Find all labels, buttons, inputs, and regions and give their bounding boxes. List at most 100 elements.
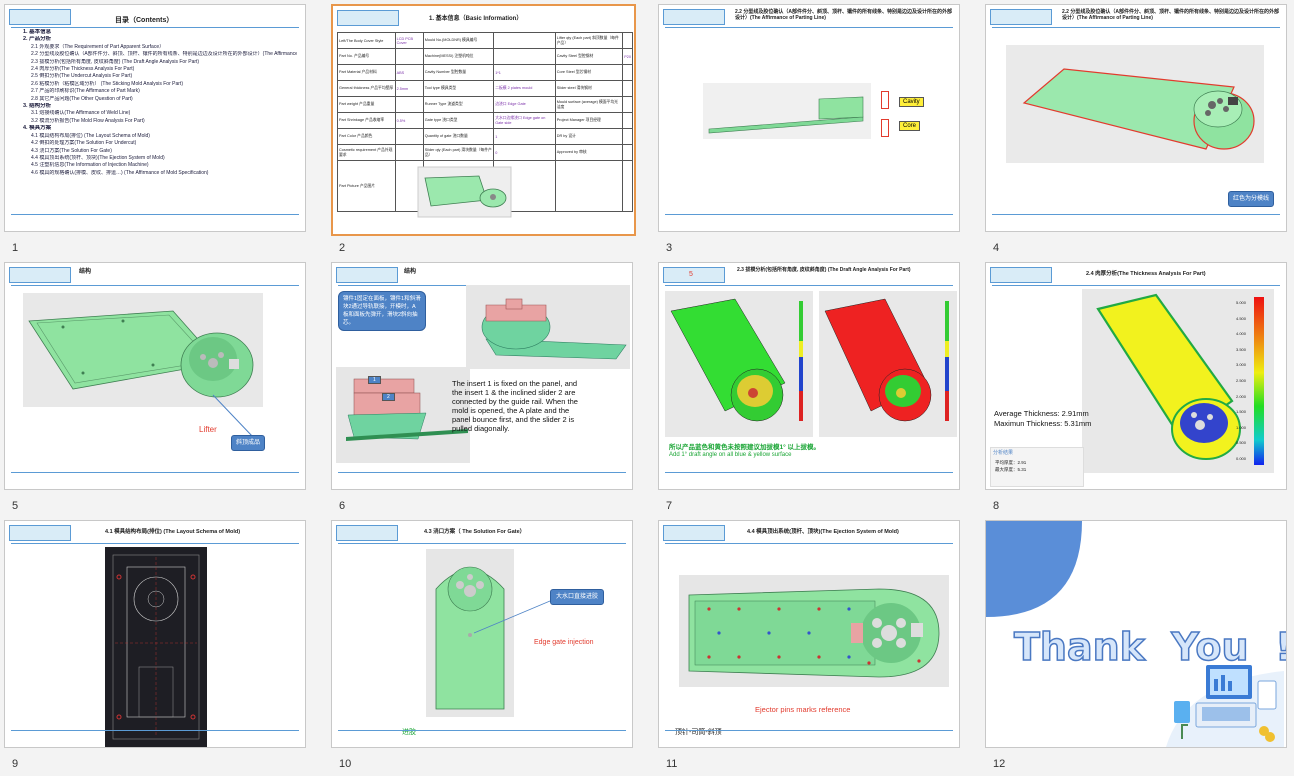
slider-model-section — [336, 367, 470, 463]
info-cell: Slider steel 滑块钢材 — [554, 80, 624, 97]
info-cell: ABS — [394, 64, 424, 81]
slide-thumbnail-5[interactable]: 结构 Lifter 斜顶成品 — [4, 262, 306, 490]
info-cell: General thickness 产品平均壁厚 — [337, 80, 396, 97]
slide-thumbnail-6[interactable]: 结构 镶件1固定在面板，镶件1和斜滑块2通过导轨联接，开模时，A板和面板先弹开，… — [331, 262, 633, 490]
slide-title: 4.3 浇口方案（ The Solution For Gate） — [424, 529, 526, 535]
info-cell: P20 — [622, 48, 633, 65]
ejector-label: Ejector pins marks reference — [755, 705, 851, 714]
slide-title: 4.1 模具结构布局(排位) (The Layout Schema of Mol… — [105, 529, 241, 535]
gate-label: Edge gate injection — [534, 639, 594, 646]
info-cell — [394, 128, 424, 145]
parting-line-note: 红色为分模线 — [1228, 191, 1275, 207]
slider-model-top — [466, 285, 630, 369]
info-cell: Cavity Steel 型腔钢材 — [554, 48, 624, 65]
header-rule — [11, 285, 299, 286]
info-cell — [622, 80, 633, 97]
header-rule — [992, 27, 1280, 28]
info-row: Part weight 产品重量 Runner Type 流道类型 边浇口 Edge… — [337, 96, 633, 113]
footer-rule — [11, 730, 299, 731]
slide-number: 4 — [993, 242, 1000, 254]
slide-title: 2.2 分型线及胶位确认（A部件件分、斜顶、顶杆、镶件的所有线条、特别是边边及设… — [735, 9, 952, 21]
toc-item: 2.4 肉厚分析(The Thickness Analysis For Part… — [31, 66, 135, 73]
info-cell: Project Manager 项目经理 — [554, 112, 624, 129]
header-box — [663, 267, 725, 283]
toc-item: 4.1 模具结构布局(排位) (The Layout Schema of Mol… — [31, 132, 150, 139]
info-row: Part Material 产品材料 ABS Cavity Number 型腔数量 1… — [337, 64, 633, 81]
slide-title: 结构 — [79, 269, 92, 275]
info-cell: 1 — [493, 128, 556, 145]
core-arrow — [881, 119, 889, 137]
slide-thumbnail-3[interactable]: 2.2 分型线及胶位确认（A部件件分、斜顶、顶杆、镶件的所有线条、特别是边边及设… — [658, 4, 960, 232]
info-cell — [622, 64, 633, 81]
slide-thumbnail-11[interactable]: 4.4 模具顶出系统(顶杆、顶块)(The Ejection System of… — [658, 520, 960, 748]
info-cell: 1*1 — [493, 64, 556, 81]
info-cell: 二板模 2 plates mould — [493, 80, 556, 97]
part-picture — [417, 166, 512, 218]
toc-item: 2. 产品分析 — [23, 36, 52, 43]
parting-line-view — [703, 83, 871, 139]
toc-item: 2.6 粘模分析（粘模区域分析） (The Sticking Mold Anal… — [31, 80, 183, 87]
slider-description: The insert 1 is fixed on the panel, and … — [452, 379, 578, 433]
toc-item: 2.5 倒扣分析(The Undercut Analysis For Part) — [31, 73, 133, 80]
slide-number: 5 — [12, 500, 19, 512]
info-cell: Part Material 产品材料 — [337, 64, 396, 81]
gate-pointer — [473, 600, 551, 634]
toc-item: 4.5 注塑机信息(The Information of Injection M… — [31, 162, 149, 169]
toc-item: 2.7 产品的印刷标识(The Affirmance of Part Mark) — [31, 88, 140, 95]
info-cell — [394, 96, 424, 113]
slide-thumbnail-9[interactable]: 4.1 模具结构布局(排位) (The Layout Schema of Mol… — [4, 520, 306, 748]
scale-label: 2.000 — [1236, 393, 1247, 399]
info-row: Part Color 产品颜色 Quantity of gate 浇口数量 1 DR … — [337, 128, 633, 145]
slide-thumbnail-2[interactable]: 1. 基本信息（Basic Information） Left/The Body… — [331, 4, 636, 236]
lifter-label: Lifter — [199, 425, 217, 434]
footer-rule — [11, 214, 299, 215]
slide-thumbnail-10[interactable]: 4.3 浇口方案（ The Solution For Gate） 大水口直接进胶… — [331, 520, 633, 748]
slide-number: 3 — [666, 242, 673, 254]
scale-label: 4.000 — [1236, 331, 1247, 337]
draft-note-cn: 所以产品蓝色和黄色未按照建议加拔模1° 以上拔模。 — [669, 444, 821, 451]
header-box — [663, 9, 725, 25]
header-box — [663, 525, 725, 541]
info-row: Left/The Body Cover Style LCD PCB Cover Mo… — [337, 32, 633, 49]
info-row: Cosmetic requirement 产品外观要求 Slider qty (E… — [337, 144, 633, 161]
header-rule — [11, 27, 299, 28]
corner-shape — [986, 521, 1082, 617]
footer-rule — [338, 472, 626, 473]
info-cell — [622, 160, 633, 212]
maximum-thickness: Maximun Thickness: 5.31mm — [994, 419, 1092, 428]
gate-footer-note: 进胶 — [402, 729, 416, 736]
slide-title: 结构 — [404, 269, 417, 275]
info-cell: Cosmetic requirement 产品外观要求 — [337, 144, 396, 161]
slide-thumbnail-12[interactable]: Thank You ! — [985, 520, 1287, 748]
header-box — [990, 9, 1052, 25]
header-rule — [11, 543, 299, 544]
info-cell — [554, 160, 624, 212]
info-cell — [622, 144, 633, 161]
footer-rule — [11, 472, 299, 473]
slide-thumbnail-7[interactable]: 5 2.3 拔模分析(包括所有角度, 皮纹斜角度) (The Draft Ang… — [658, 262, 960, 490]
slide-title: 2.3 拔模分析(包括所有角度, 皮纹斜角度) (The Draft Angle… — [737, 267, 911, 273]
footer-rule — [665, 472, 953, 473]
panel-title: 分析结果 — [993, 450, 1014, 456]
toc-item: 3.2 模流分析报告(The Mold Flow Analysis For Pa… — [31, 117, 145, 124]
info-cell: 2.5mm — [394, 80, 424, 97]
scale-label: 3.000 — [1236, 362, 1247, 368]
scale-label: 4.500 — [1236, 315, 1247, 321]
slide-thumbnail-1[interactable]: 目录（Contents） 1. 基本信息 2. 产品分析 2.1 外观要求（The … — [4, 4, 306, 232]
slide-number: 2 — [339, 242, 346, 254]
info-row: Part No. 产品编号 Machine(MESSI) 注塑机吨位 Cavity … — [337, 48, 633, 65]
insert-callout: 镶件1固定在面板，镶件1和斜滑块2通过导轨联接，开模时，A板和面板先弹开，滑块2… — [338, 291, 426, 331]
cavity-arrow — [881, 91, 889, 109]
slide-thumbnail-8[interactable]: 2.4 肉厚分析(The Thickness Analysis For Part… — [985, 262, 1287, 490]
slide-thumbnail-4[interactable]: 2.2 分型线及胶位确认（A部件件分、斜顶、顶杆、镶件的所有线条、特别是边边及设… — [985, 4, 1287, 232]
scale-label: 0.500 — [1236, 440, 1247, 446]
header-box — [9, 267, 71, 283]
info-cell: Part Color 产品颜色 — [337, 128, 396, 145]
toc-item: 4.4 模具顶出系统(顶杆、顶块)(The Ejection System of… — [31, 154, 165, 161]
info-cell: Cavity Number 型腔数量 — [422, 64, 495, 81]
cavity-label: Cavity — [899, 97, 924, 107]
draft-note-en: Add 1° draft angle on all blue & yellow … — [669, 452, 792, 458]
slide-number: 10 — [339, 758, 352, 770]
scale-label: 1.500 — [1236, 409, 1247, 415]
mold-layout-drawing — [105, 547, 207, 747]
